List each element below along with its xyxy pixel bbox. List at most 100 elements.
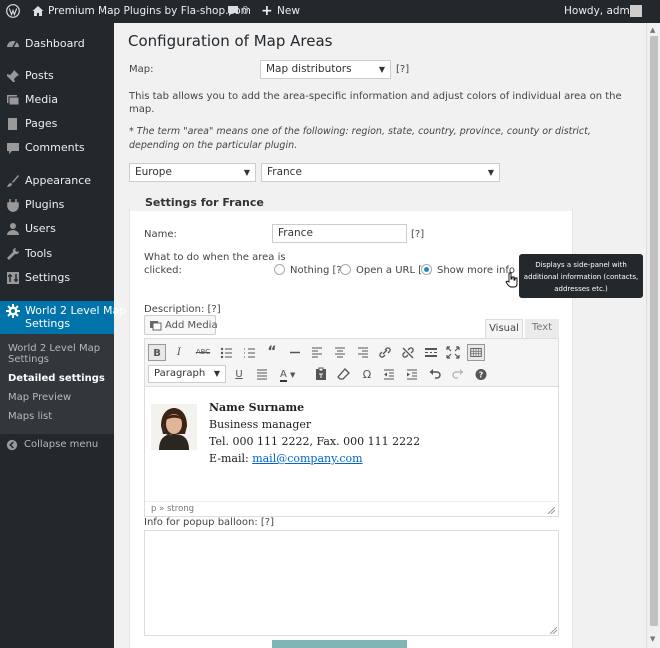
site-home-icon[interactable] [32,0,44,23]
country-select[interactable]: France ▼ [261,163,500,182]
color-swatch[interactable] [272,640,407,648]
format-select[interactable]: Paragraph ▼ [148,365,226,383]
menu-label: Pages [25,117,58,130]
undo-icon[interactable] [426,366,444,383]
menu-appearance[interactable]: Appearance [0,174,114,188]
underline-button[interactable]: U [230,366,248,383]
special-character-button[interactable]: Ω [358,366,376,383]
clear-formatting-icon[interactable] [335,366,353,383]
settings-heading: Settings for France [145,196,264,209]
tooltip-line3: addresses etc.) [554,285,608,293]
radio-open-url-label[interactable]: Open a URL [?] [356,265,431,276]
resize-handle-icon[interactable] [550,627,557,634]
comments-icon[interactable] [227,0,239,23]
avatar[interactable] [630,0,642,23]
contact-email-link[interactable]: mail@company.com [252,452,362,465]
help-icon[interactable]: ? [472,366,490,383]
toolbar-toggle-icon[interactable] [467,344,485,361]
collapse-menu-button[interactable]: Collapse menu [0,439,114,453]
strikethrough-button[interactable]: ABC [194,344,212,361]
read-more-icon[interactable] [422,344,440,361]
menu-posts[interactable]: Posts [0,69,114,83]
comments-count[interactable]: 0 [242,0,249,23]
align-right-icon[interactable] [354,344,372,361]
format-select-value: Paragraph [154,368,206,379]
menu-label: World 2 Level Map [25,304,127,317]
justify-icon[interactable] [253,366,271,383]
italic-button[interactable]: I [170,344,188,361]
radio-open-url[interactable] [340,264,351,275]
unlink-icon[interactable] [399,344,417,361]
plug-icon [7,199,19,212]
popup-info-textarea[interactable] [144,530,559,636]
contact-email-prefix: E-mail: [209,452,253,465]
admin-bar: Premium Map Plugins by Fla-shop.com 0 + … [0,0,660,23]
submenu-detailed-settings[interactable]: Detailed settings [8,373,105,384]
comments-icon [7,143,19,154]
wordpress-logo-icon[interactable] [6,0,20,23]
link-icon[interactable] [376,344,394,361]
outdent-icon[interactable] [380,366,398,383]
numbered-list-icon[interactable] [240,344,258,361]
name-input-value: France [278,227,313,239]
tab-text[interactable]: Text [525,319,559,338]
hand-cursor-icon [505,272,518,288]
radio-nothing-label[interactable]: Nothing [?] [290,265,346,276]
media-icon [7,95,20,106]
note-text-line1: * The term "area" means one of the follo… [129,126,591,137]
map-select[interactable]: Map distributors ▼ [260,60,391,79]
menu-dashboard[interactable]: Dashboard [0,37,114,51]
paste-text-icon[interactable] [312,366,330,383]
blockquote-button[interactable]: “ [263,344,281,361]
horizontal-line-icon[interactable] [286,344,304,361]
media-icon [150,321,162,331]
dropdown-arrow-icon: ▼ [213,369,220,378]
menu-plugins[interactable]: Plugins [0,198,114,212]
map-help[interactable]: [?] [396,64,409,75]
editor-statusbar: p » strong [145,501,558,516]
site-name-link[interactable]: Premium Map Plugins by Fla-shop.com [48,0,251,23]
menu-users[interactable]: Users [0,222,114,236]
radio-nothing[interactable] [274,264,285,275]
region-select[interactable]: Europe ▼ [129,163,256,182]
text-color-button[interactable]: A ▼ [276,366,306,383]
menu-label: Settings [25,271,71,284]
page-scrollbar[interactable]: ▲ ▼ [646,23,660,648]
menu-label: Posts [25,69,54,82]
indent-icon[interactable] [403,366,421,383]
svg-text:?: ? [479,371,484,380]
scroll-up-arrow-icon[interactable]: ▲ [650,26,655,34]
new-content-link[interactable]: New [277,0,300,23]
menu-comments[interactable]: Comments [0,141,114,155]
editor-path: p » strong [151,504,195,514]
menu-tools[interactable]: Tools [0,247,114,261]
redo-icon[interactable] [449,366,467,383]
menu-pages[interactable]: Pages [0,117,114,131]
add-media-button[interactable]: Add Media [144,315,218,335]
fullscreen-icon[interactable] [444,344,462,361]
name-help[interactable]: [?] [411,229,424,240]
resize-handle-icon[interactable] [548,507,555,514]
tab-visual[interactable]: Visual [485,319,523,338]
scroll-down-arrow-icon[interactable]: ▼ [650,635,655,643]
align-left-icon[interactable] [308,344,326,361]
click-action-label-line2: clicked: [144,265,182,276]
page-title: Configuration of Map Areas [128,32,333,50]
menu-world-map-settings[interactable]: World 2 Level Map Settings [0,301,126,334]
submenu-world-map-settings-line2[interactable]: Settings [8,354,49,365]
new-plus-icon[interactable]: + [261,0,273,23]
submenu-maps-list[interactable]: Maps list [8,411,52,422]
menu-media[interactable]: Media [0,93,114,107]
scrollbar-thumb[interactable] [650,36,658,626]
bullet-list-icon[interactable] [217,344,235,361]
popup-info-label: Info for popup balloon: [?] [144,517,274,528]
radio-show-more-info[interactable] [421,264,432,275]
align-center-icon[interactable] [331,344,349,361]
submenu-world-map-settings[interactable]: World 2 Level Map [8,343,100,354]
name-input[interactable]: France [272,224,407,243]
map-label: Map: [129,64,154,75]
howdy-user-link[interactable]: Howdy, admin [564,0,639,23]
menu-settings[interactable]: Settings [0,271,114,285]
bold-button[interactable]: B [148,344,166,361]
submenu-map-preview[interactable]: Map Preview [8,392,71,403]
